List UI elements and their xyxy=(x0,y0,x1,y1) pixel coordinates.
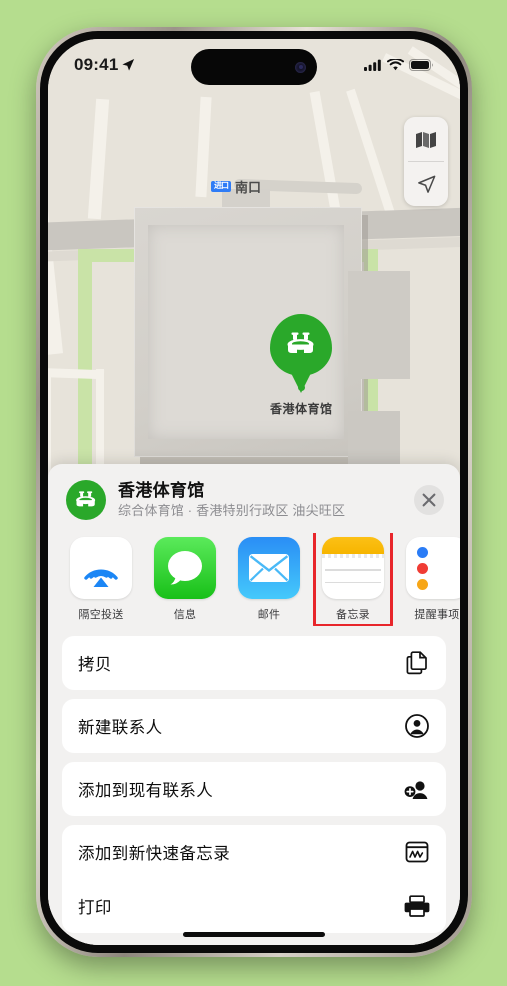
reminders-icon xyxy=(406,537,460,599)
quick-note-icon xyxy=(404,839,430,865)
map-building-annex xyxy=(348,271,410,379)
reminder-dot-blue xyxy=(417,546,428,558)
close-x-icon xyxy=(422,493,436,507)
action-label: 打印 xyxy=(78,899,112,917)
share-app-label: 信息 xyxy=(173,609,197,621)
map-controls[interactable] xyxy=(404,117,448,206)
dynamic-island xyxy=(191,49,317,85)
notes-icon xyxy=(322,537,384,599)
place-stadium-icon xyxy=(66,480,106,520)
share-sheet-title: 香港体育馆 xyxy=(118,481,205,501)
map-label-text: 南口 xyxy=(235,180,262,195)
action-new-contact[interactable]: 新建联系人 xyxy=(62,699,446,753)
cellular-bars-icon xyxy=(364,59,381,71)
action-group: 添加到现有联系人 xyxy=(62,762,446,816)
map-road xyxy=(195,96,212,198)
navigation-arrow-icon xyxy=(417,175,435,193)
share-sheet-titles: 香港体育馆 综合体育馆 · 香港特别行政区 油尖旺区 xyxy=(118,480,402,520)
status-bar-left: 09:41 xyxy=(74,55,135,75)
airdrop-icon xyxy=(70,537,132,599)
map-pin-group[interactable]: 香港体育馆 xyxy=(270,314,333,417)
stadium-icon xyxy=(287,332,314,353)
folded-map-icon xyxy=(416,131,436,148)
share-app-label: 备忘录 xyxy=(336,609,370,621)
share-sheet-header: 香港体育馆 综合体育馆 · 香港特别行政区 油尖旺区 xyxy=(48,464,460,533)
copy-icon xyxy=(404,650,430,676)
new-contact-icon xyxy=(404,713,430,739)
home-indicator[interactable] xyxy=(183,932,325,937)
add-to-contact-icon xyxy=(404,776,430,802)
map-pin[interactable] xyxy=(270,314,332,376)
share-apps-row[interactable]: 隔空投送 信息 邮件 备忘录 提醒事项 xyxy=(48,533,460,626)
share-sheet-subtitle: 综合体育馆 · 香港特别行政区 油尖旺区 xyxy=(118,503,346,519)
share-app-mail[interactable]: 邮件 xyxy=(238,537,300,622)
phone-screen: 进口 南口 香港体育馆 09:41 香港体育馆 综合体育馆 · 香港特别行政区 … xyxy=(48,39,460,945)
map-road xyxy=(87,98,110,220)
wifi-icon xyxy=(387,59,404,71)
mail-icon xyxy=(238,537,300,599)
action-group: 拷贝 xyxy=(62,636,446,690)
map-pin-anchor-dot xyxy=(298,384,305,391)
location-arrow-icon xyxy=(122,59,135,71)
status-time: 09:41 xyxy=(74,55,119,74)
phone-bezel: 进口 南口 香港体育馆 09:41 香港体育馆 综合体育馆 · 香港特别行政区 … xyxy=(40,31,468,953)
map-locate-button[interactable] xyxy=(404,162,448,206)
action-group: 添加到新快速备忘录 打印 xyxy=(62,825,446,933)
share-actions-list: 拷贝 新建联系人 添加到现有联系人 添加到新快速备忘录 打印 xyxy=(48,626,460,933)
printer-icon xyxy=(404,893,430,919)
action-label: 添加到新快速备忘录 xyxy=(78,845,231,863)
map-pin-label: 香港体育馆 xyxy=(270,402,333,416)
action-label: 新建联系人 xyxy=(78,719,163,737)
action-copy[interactable]: 拷贝 xyxy=(62,636,446,690)
messages-icon xyxy=(154,537,216,599)
status-bar-right xyxy=(364,59,434,71)
reminder-dot-red xyxy=(417,562,428,574)
notes-rule-line xyxy=(325,581,381,583)
map-road xyxy=(346,88,395,216)
notes-rule-line xyxy=(325,569,381,571)
action-label: 添加到现有联系人 xyxy=(78,782,214,800)
share-app-label: 隔空投送 xyxy=(78,609,124,621)
action-group: 新建联系人 xyxy=(62,699,446,753)
share-sheet: 香港体育馆 综合体育馆 · 香港特别行政区 油尖旺区 隔空投送 信息 邮件 备忘… xyxy=(48,464,460,945)
share-app-airdrop[interactable]: 隔空投送 xyxy=(70,537,132,622)
action-print[interactable]: 打印 xyxy=(62,879,446,933)
share-app-reminders[interactable]: 提醒事项 xyxy=(406,537,460,622)
share-app-notes[interactable]: 备忘录 xyxy=(313,533,393,626)
reminder-dot-orange xyxy=(417,578,428,590)
notes-header-band xyxy=(322,537,384,554)
notes-perforation xyxy=(322,554,384,558)
share-app-label: 提醒事项 xyxy=(414,609,460,621)
map-building-annex xyxy=(348,411,400,469)
metro-entrance-badge: 进口 xyxy=(211,181,231,192)
share-app-messages[interactable]: 信息 xyxy=(154,537,216,622)
action-add-to-quick-note[interactable]: 添加到新快速备忘录 xyxy=(62,825,446,879)
map-label-nankou[interactable]: 进口 南口 xyxy=(211,177,261,196)
action-add-to-existing-contact[interactable]: 添加到现有联系人 xyxy=(62,762,446,816)
phone-frame: 进口 南口 香港体育馆 09:41 香港体育馆 综合体育馆 · 香港特别行政区 … xyxy=(36,27,472,957)
share-app-label: 邮件 xyxy=(257,609,281,621)
battery-full-icon xyxy=(409,59,433,71)
action-label: 拷贝 xyxy=(78,656,112,674)
front-camera-icon xyxy=(295,61,306,73)
close-button[interactable] xyxy=(414,485,444,515)
stadium-icon xyxy=(76,490,96,506)
map-layers-button[interactable] xyxy=(404,117,448,161)
